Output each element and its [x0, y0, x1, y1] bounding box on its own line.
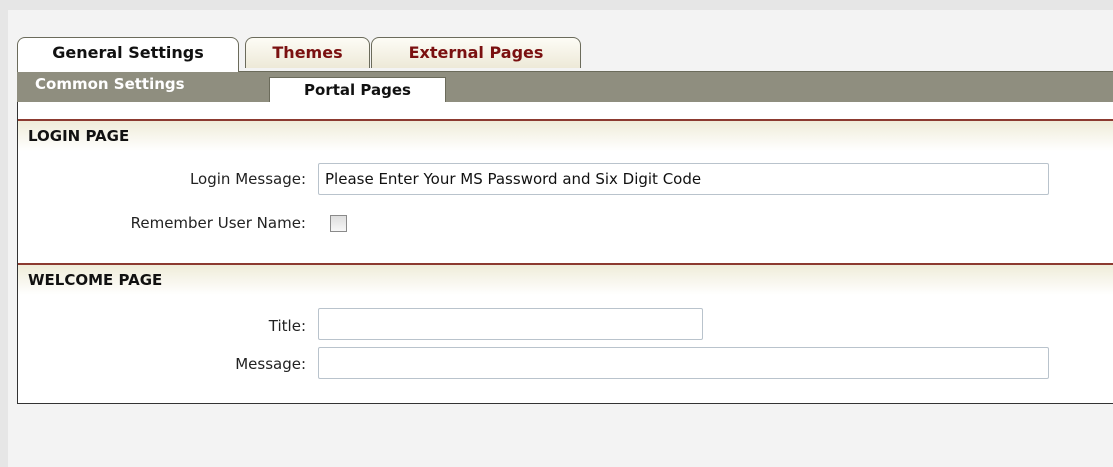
subtab-common-settings[interactable]: Common Settings [35, 75, 185, 93]
welcome-title-label: Title: [268, 317, 306, 335]
welcome-page-title: WELCOME PAGE [28, 271, 163, 289]
welcome-title-input[interactable] [318, 308, 703, 340]
login-message-label: Login Message: [189, 170, 306, 188]
welcome-message-label: Message: [235, 355, 306, 373]
login-page-title: LOGIN PAGE [28, 127, 130, 145]
window-left-border [0, 0, 8, 467]
tab-external-pages[interactable]: External Pages [371, 37, 581, 68]
tab-general-settings[interactable]: General Settings [17, 37, 239, 72]
portal-pages-form: LOGIN PAGE Login Message: Remember User … [17, 102, 1113, 404]
window-top-border [0, 0, 1113, 10]
tab-themes[interactable]: Themes [245, 37, 370, 68]
remember-user-name-label: Remember User Name: [130, 214, 306, 232]
main-tab-bar: General Settings Themes External Pages [17, 35, 1113, 72]
login-message-input[interactable] [318, 163, 1049, 195]
welcome-message-input[interactable] [318, 347, 1049, 379]
sub-tab-bar: Common Settings Portal Pages [17, 71, 1113, 103]
remember-user-name-checkbox[interactable] [330, 215, 347, 232]
settings-panel: General Settings Themes External Pages C… [17, 35, 1113, 404]
welcome-page-section-header: WELCOME PAGE [18, 263, 1113, 295]
subtab-portal-pages[interactable]: Portal Pages [269, 77, 446, 103]
login-page-section-header: LOGIN PAGE [18, 119, 1113, 151]
